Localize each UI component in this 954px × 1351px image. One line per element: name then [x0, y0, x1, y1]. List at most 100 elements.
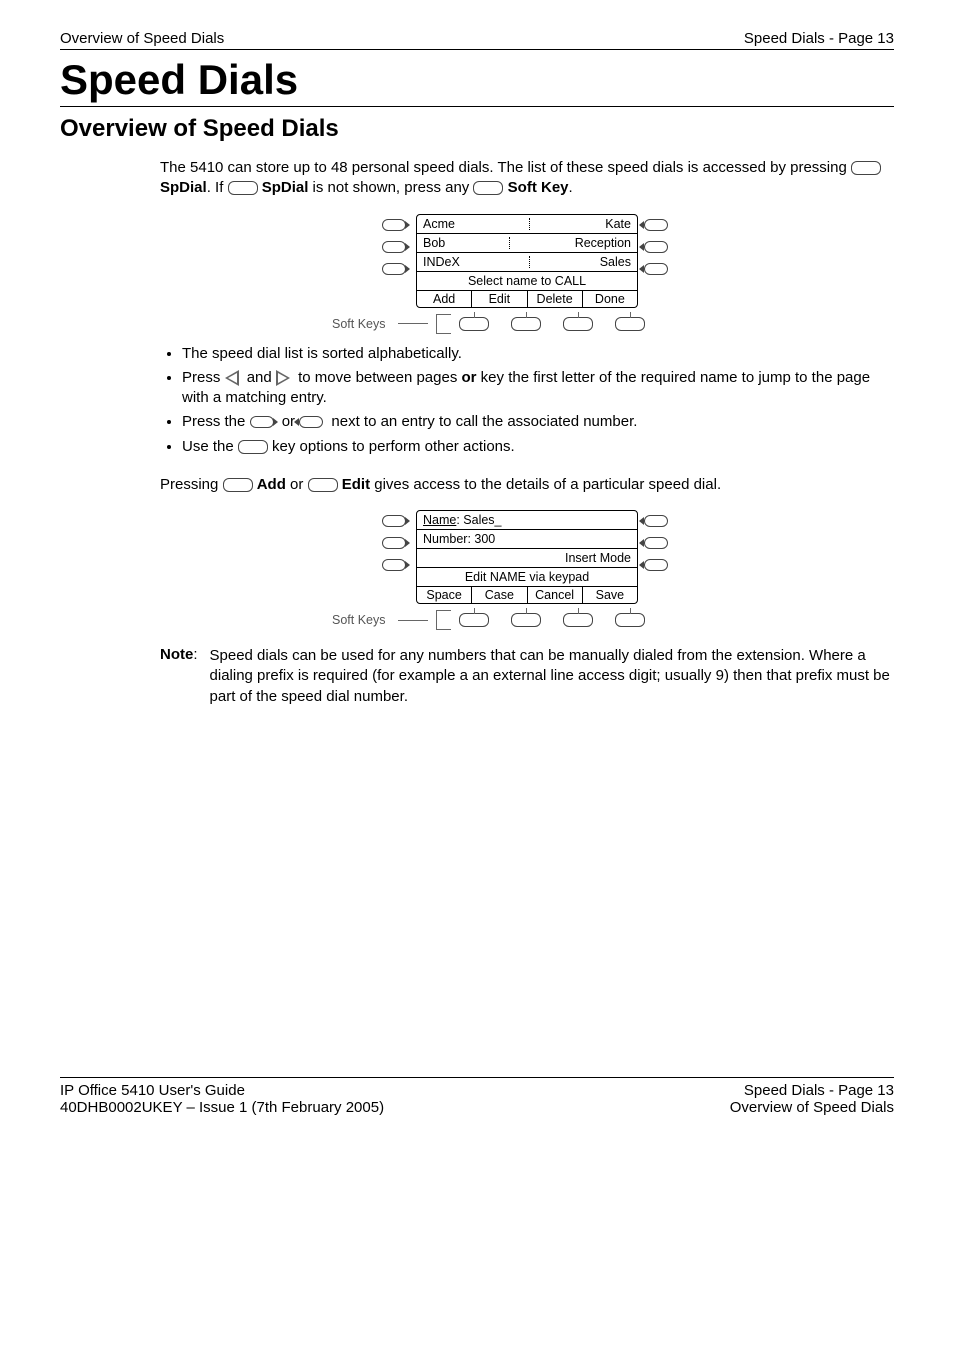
line-button-left-icon	[382, 262, 410, 276]
number-row: Number: 300	[417, 530, 637, 549]
note: Note: Speed dials can be used for any nu…	[160, 646, 894, 707]
entry-right: Sales	[600, 253, 631, 271]
softkey-label: Case	[471, 587, 526, 603]
intro-text-d: .	[569, 179, 573, 196]
softkey-label: Save	[582, 587, 637, 603]
softkey-bar: Space Case Cancel Save	[417, 586, 637, 603]
line-button-right-icon	[299, 415, 327, 429]
entry-right: Kate	[605, 215, 631, 233]
bullet-or: or	[462, 369, 477, 386]
spdial-label-1: SpDial	[160, 179, 207, 196]
header-right: Speed Dials - Page 13	[744, 30, 894, 47]
softkey-icon	[473, 181, 503, 195]
figure-2: Name: Sales_ Number: 300 Insert Mode Edi…	[160, 510, 894, 630]
softkey-button-icon	[459, 317, 489, 331]
bullet-item: The speed dial list is sorted alphabetic…	[182, 344, 894, 364]
softkey-label: Space	[417, 587, 471, 603]
section-title: Overview of Speed Dials	[60, 115, 894, 143]
softkey-button-icon	[459, 613, 489, 627]
line-button-left-icon	[250, 415, 278, 429]
callout-line	[398, 620, 428, 621]
footer-bar: IP Office 5410 User's Guide 40DHB0002UKE…	[60, 1077, 894, 1116]
bullet-text: Press the	[182, 413, 250, 430]
softkey-label: Add	[417, 291, 471, 307]
entry-left: Acme	[423, 215, 455, 233]
softkey-label: Edit	[471, 291, 526, 307]
line-button-right-icon	[644, 218, 672, 232]
note-colon: :	[193, 646, 197, 663]
softkeys-label: Soft Keys	[332, 613, 386, 627]
name-value: : Sales_	[456, 513, 501, 527]
softkeys-callout: Soft Keys	[332, 314, 645, 334]
pressing-paragraph: Pressing Add or Edit gives access to the…	[160, 475, 894, 495]
screen-prompt: Select name to CALL	[417, 272, 637, 290]
text: Pressing	[160, 476, 223, 493]
column-separator	[529, 218, 531, 230]
softkey-button-icon	[563, 613, 593, 627]
screen-prompt: Edit NAME via keypad	[417, 568, 637, 586]
header-bar: Overview of Speed Dials Speed Dials - Pa…	[60, 30, 894, 50]
softkey-label: Delete	[527, 291, 582, 307]
bullet-text: Use the	[182, 438, 238, 455]
bullet-text: next to an entry to call the associated …	[331, 413, 637, 430]
line-button-right-icon	[644, 558, 672, 572]
bullet-item: Press and to move between pages or key t…	[182, 368, 894, 409]
softkeys-callout: Soft Keys	[332, 610, 645, 630]
softkey-button-icon	[511, 317, 541, 331]
line-button-left-icon	[382, 218, 410, 232]
footer-left-2: 40DHB0002UKEY – Issue 1 (7th February 20…	[60, 1099, 384, 1116]
bracket-icon	[436, 314, 451, 334]
callout-line	[398, 323, 428, 324]
softkey-button-icon	[615, 317, 645, 331]
softkey-icon	[228, 181, 258, 195]
line-button-right-icon	[644, 262, 672, 276]
phone-screen: Acme Kate Bob Reception INDeX Sales Sele…	[416, 214, 638, 308]
softkey-bar: Add Edit Delete Done	[417, 290, 637, 307]
bullet-text: to move between pages	[298, 369, 461, 386]
softkey-icon	[223, 478, 253, 492]
nav-left-icon	[225, 370, 243, 386]
intro-text-a: The 5410 can store up to 48 personal spe…	[160, 159, 851, 176]
line-button-right-icon	[644, 536, 672, 550]
softkey-label: Cancel	[527, 587, 582, 603]
footer-right-1: Speed Dials - Page 13	[730, 1082, 894, 1099]
nav-right-icon	[276, 370, 294, 386]
softkey-icon	[308, 478, 338, 492]
edit-label: Edit	[342, 476, 370, 493]
header-left: Overview of Speed Dials	[60, 30, 224, 47]
bullet-item: Use the key options to perform other act…	[182, 437, 894, 457]
mode-row: Insert Mode	[417, 549, 637, 568]
name-row: Name: Sales_	[417, 511, 637, 530]
line-button-left-icon	[382, 514, 410, 528]
name-label: Name	[423, 513, 456, 527]
softkey-icon	[851, 161, 881, 175]
softkey-button-icon	[511, 613, 541, 627]
intro-text-b: . If	[207, 179, 228, 196]
line-button-right-icon	[644, 240, 672, 254]
page-title: Speed Dials	[60, 56, 894, 107]
bullet-text: Press	[182, 369, 225, 386]
softkey-label: Done	[582, 291, 637, 307]
line-button-right-icon	[644, 514, 672, 528]
text: or	[290, 476, 308, 493]
line-button-left-icon	[382, 558, 410, 572]
softkey-label: Soft Key	[508, 179, 569, 196]
intro-text-c: is not shown, press any	[308, 179, 473, 196]
softkeys-label: Soft Keys	[332, 317, 386, 331]
line-button-left-icon	[382, 536, 410, 550]
footer-left-1: IP Office 5410 User's Guide	[60, 1082, 384, 1099]
text: gives access to the details of a particu…	[374, 476, 721, 493]
softkey-icon	[238, 440, 268, 454]
softkey-button-icon	[615, 613, 645, 627]
note-body: Speed dials can be used for any numbers …	[210, 646, 894, 707]
figure-1: Acme Kate Bob Reception INDeX Sales Sele…	[160, 214, 894, 334]
column-separator	[509, 237, 511, 249]
footer-right-2: Overview of Speed Dials	[730, 1099, 894, 1116]
note-word: Note	[160, 646, 193, 663]
add-label: Add	[257, 476, 286, 493]
entry-left: Bob	[423, 234, 445, 252]
bullet-list: The speed dial list is sorted alphabetic…	[160, 344, 894, 457]
bracket-icon	[436, 610, 451, 630]
spdial-label-2: SpDial	[262, 179, 309, 196]
note-label: Note:	[160, 646, 198, 663]
